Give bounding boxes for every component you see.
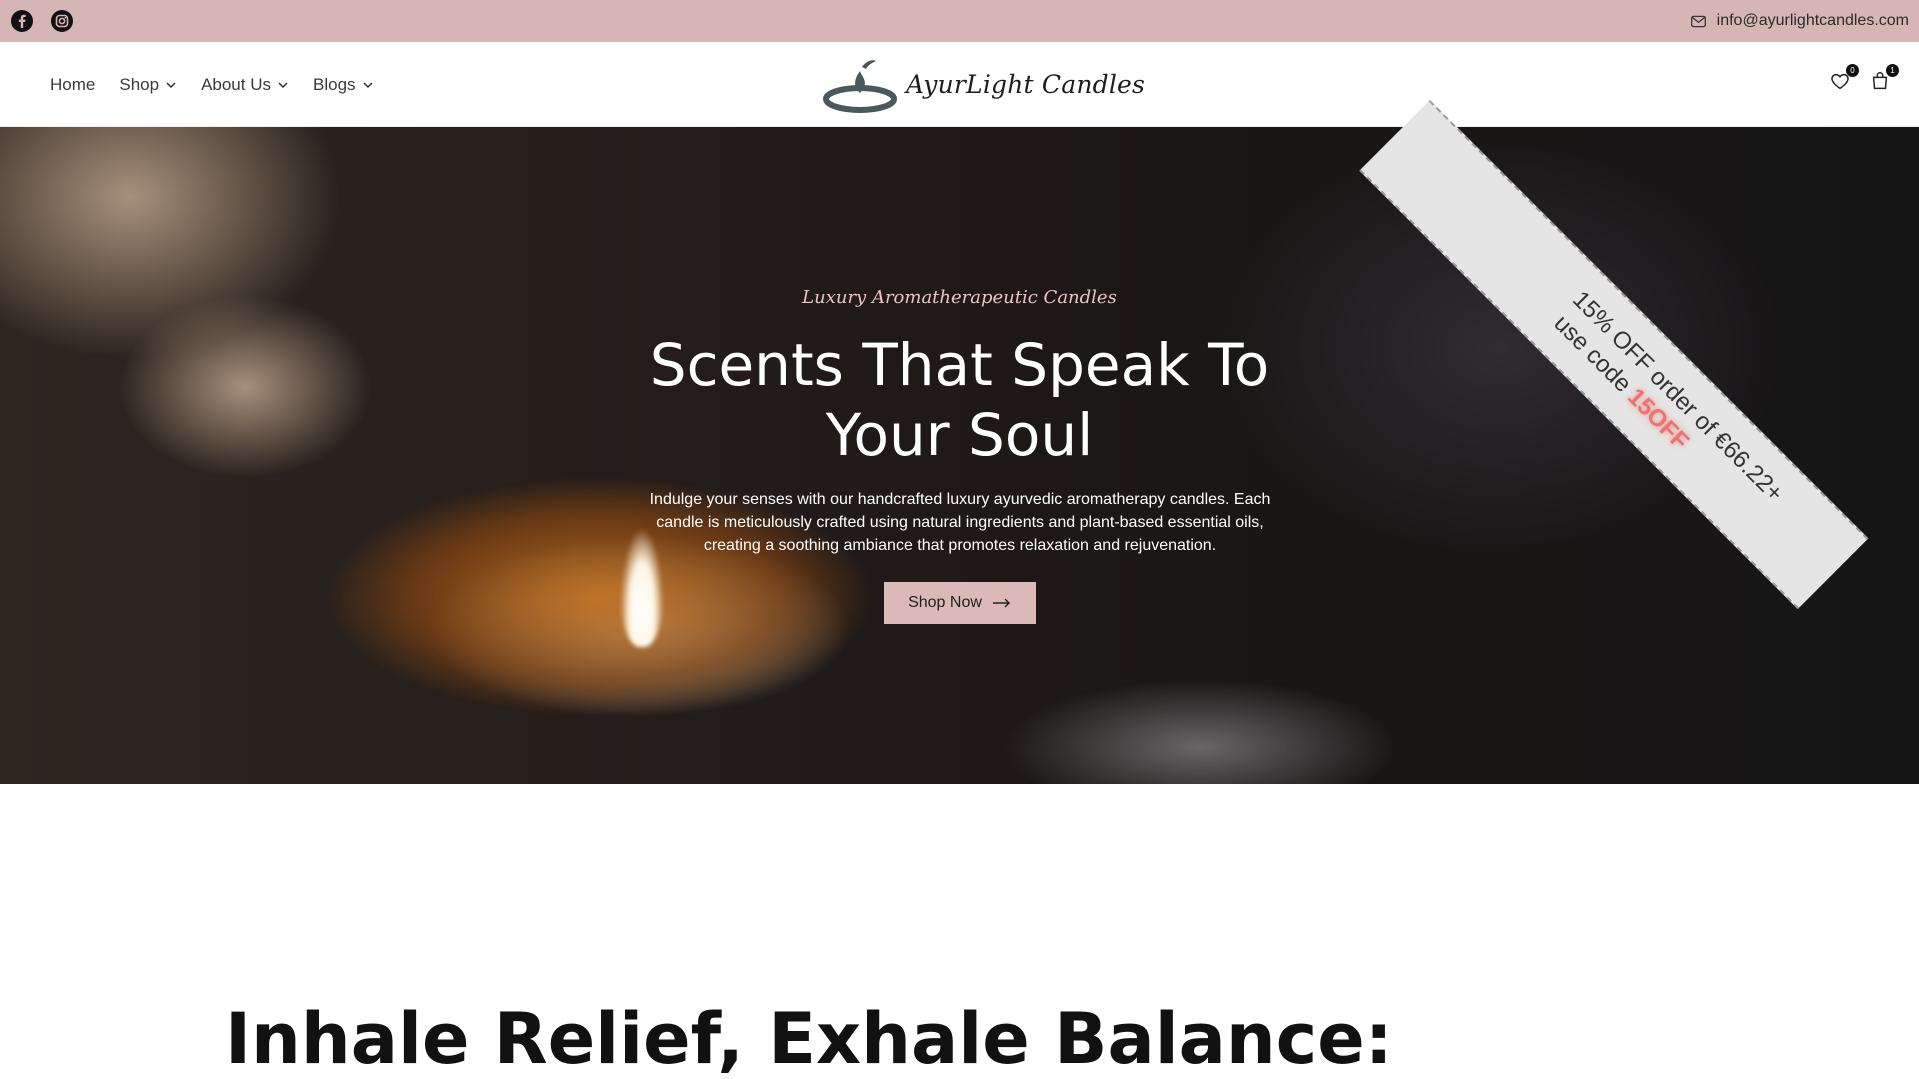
email-icon: [1690, 15, 1706, 27]
chevron-down-icon: [363, 81, 373, 88]
nav-item-about-us[interactable]: About Us: [201, 75, 289, 95]
social-links: [10, 9, 74, 33]
hero-banner: Luxury Aromatherapeutic Candles Scents T…: [0, 127, 1919, 784]
top-bar: info@ayurlightcandles.com: [0, 0, 1919, 42]
nav-item-home[interactable]: Home: [50, 75, 95, 95]
chevron-down-icon: [166, 81, 176, 88]
chevron-down-icon: [278, 81, 288, 88]
contact-email[interactable]: info@ayurlightcandles.com: [1690, 12, 1909, 30]
shop-now-label: Shop Now: [908, 594, 982, 611]
instagram-icon[interactable]: [50, 9, 74, 33]
email-text: info@ayurlightcandles.com: [1716, 12, 1909, 29]
section-title: Inhale Relief, Exhale Balance:: [225, 998, 1393, 1079]
header-actions: 0 1: [1829, 64, 1899, 94]
brand-name: AyurLight Candles: [906, 70, 1146, 99]
hero-title-line2: Your Soul: [825, 401, 1094, 469]
arrow-right-icon: [992, 598, 1010, 608]
site-logo[interactable]: AyurLight Candles: [822, 52, 1145, 117]
nav-label: Shop: [119, 74, 160, 94]
nav-item-blogs[interactable]: Blogs: [313, 75, 374, 95]
facebook-icon[interactable]: [10, 9, 34, 33]
cart-count-badge: 1: [1886, 64, 1899, 77]
shop-now-button[interactable]: Shop Now: [884, 582, 1036, 624]
site-header: Home Shop About Us Blogs AyurLight Candl…: [0, 42, 1919, 127]
main-nav: Home Shop About Us Blogs: [50, 42, 374, 127]
cart-button[interactable]: 1: [1869, 64, 1899, 94]
nav-label: Blogs: [313, 74, 356, 94]
candle-logo-icon: [823, 59, 897, 113]
hero-title-line1: Scents That Speak To: [649, 331, 1270, 399]
nav-item-shop[interactable]: Shop: [119, 75, 177, 95]
wishlist-button[interactable]: 0: [1829, 64, 1859, 94]
nav-label: Home: [50, 74, 96, 94]
nav-label: About Us: [201, 74, 271, 94]
wishlist-count-badge: 0: [1846, 64, 1859, 77]
hero-description: Indulge your senses with our handcrafted…: [649, 491, 1271, 554]
